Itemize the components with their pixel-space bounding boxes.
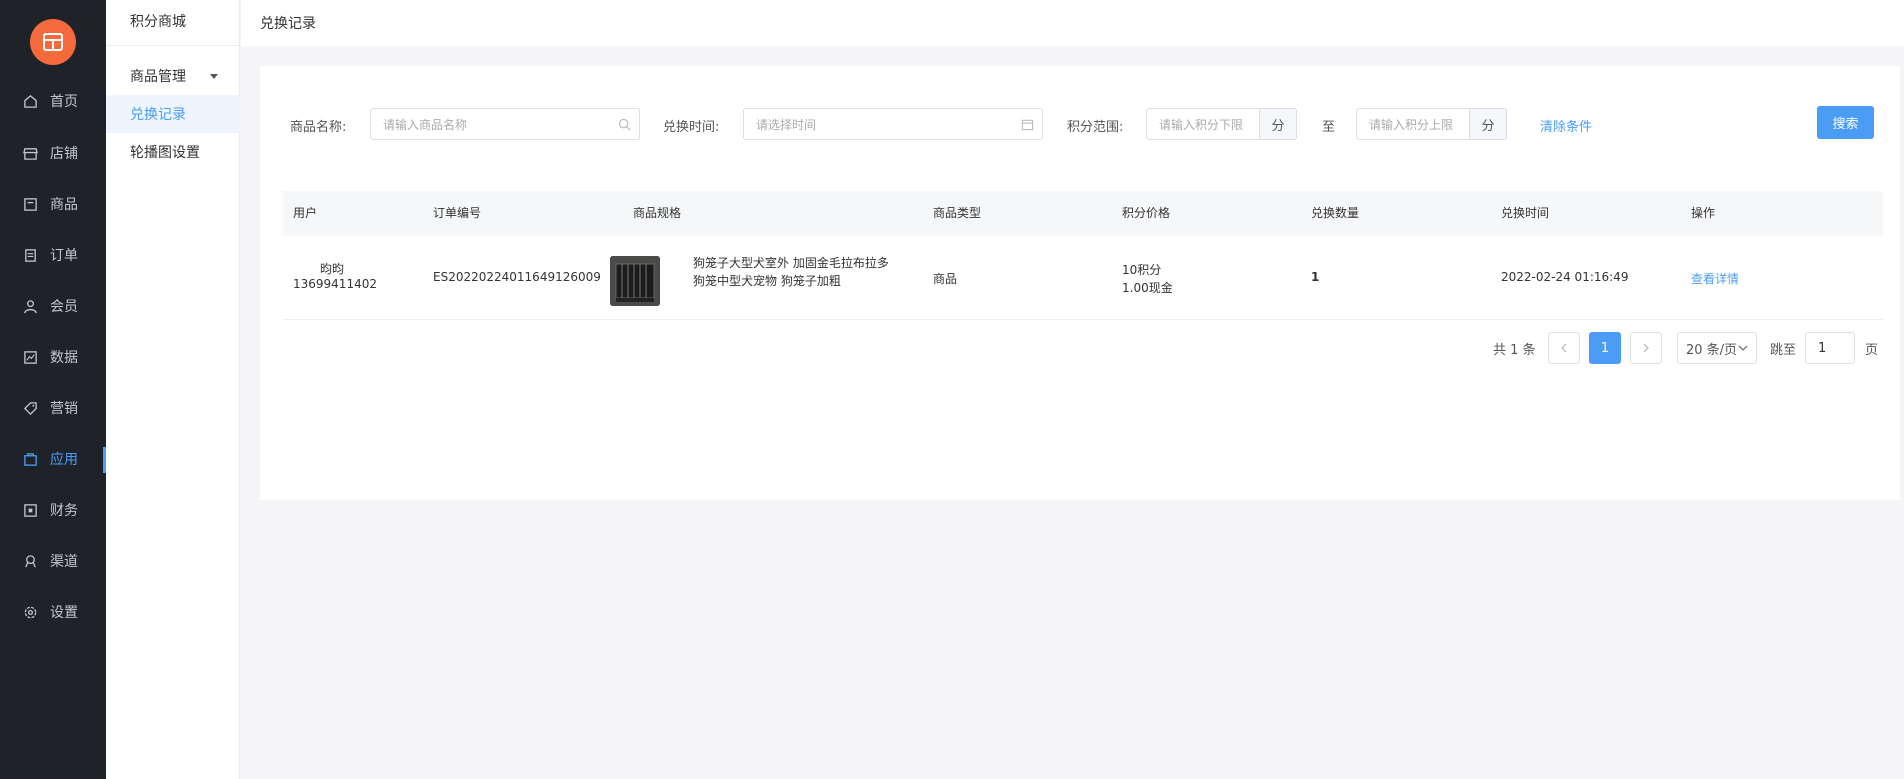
sidebar-item-data[interactable]: 数据	[0, 337, 106, 377]
main-sidebar: 首页 店铺 商品 订单 会员 数据 营销 应用 财务 渠道 设置	[0, 0, 106, 779]
chevron-down-icon	[1738, 345, 1748, 351]
chevron-right-icon	[1643, 343, 1649, 353]
exchange-quantity: 1	[1311, 270, 1320, 284]
jump-to-label: 跳至	[1770, 343, 1797, 358]
sidebar-item-label: 店铺	[50, 146, 78, 162]
column-header-order-no: 订单编号	[433, 206, 482, 220]
sidebar-item-channel[interactable]: 渠道	[0, 541, 106, 581]
sidebar-item-label: 设置	[50, 605, 78, 621]
pagination-prev-button[interactable]	[1548, 332, 1580, 364]
page-title: 兑换记录	[260, 16, 316, 32]
tag-icon	[22, 400, 38, 416]
sidebar-item-app[interactable]: 应用	[0, 439, 106, 479]
product-spec-line1: 狗笼子大型犬室外 加固金毛拉布拉多	[693, 256, 889, 270]
sidebar-item-label: 营销	[50, 401, 78, 417]
jump-page-value: 1	[1818, 340, 1827, 356]
sub-sidebar: 积分商城 商品管理 兑换记录 轮播图设置	[106, 0, 240, 779]
points-min-unit: 分	[1260, 108, 1297, 140]
sidebar-item-label: 数据	[50, 350, 78, 366]
app-icon	[22, 451, 38, 467]
caret-down-icon	[210, 74, 218, 79]
subnav-item-exchange-records[interactable]: 兑换记录	[106, 95, 240, 133]
content-card: 商品名称: 请输入商品名称 兑换时间: 请选择时间 积分范围: 请输入积分下限 …	[260, 66, 1900, 500]
points-min-input[interactable]: 请输入积分下限	[1146, 108, 1260, 140]
sidebar-item-label: 首页	[50, 94, 78, 110]
exchange-time-placeholder: 请选择时间	[756, 117, 817, 132]
sidebar-item-store[interactable]: 店铺	[0, 133, 106, 173]
range-to-label: 至	[1322, 120, 1336, 135]
product-spec-line2: 狗笼中型犬宠物 狗笼子加粗	[693, 274, 841, 288]
page-header: 兑换记录	[241, 0, 1904, 46]
product-name-label: 商品名称:	[290, 120, 347, 135]
home-icon	[22, 93, 38, 109]
product-type: 商品	[933, 272, 958, 286]
sidebar-item-label: 应用	[50, 452, 78, 468]
sidebar-item-label: 会员	[50, 299, 78, 315]
user-icon	[22, 298, 38, 314]
sidebar-item-settings[interactable]: 设置	[0, 592, 106, 632]
order-icon	[22, 247, 38, 263]
search-icon	[617, 117, 631, 131]
table-row: 昀昀 13699411402 ES2022022401164912600​9 狗…	[283, 236, 1883, 320]
user-phone: 13699411402	[293, 277, 377, 291]
exchange-time: 2022-02-24 01:16:49	[1501, 270, 1629, 284]
chart-icon	[22, 349, 38, 365]
exchange-time-label: 兑换时间:	[663, 120, 720, 135]
points-range-label: 积分范围:	[1067, 120, 1124, 135]
search-button[interactable]: 搜索	[1817, 106, 1874, 139]
column-header-points-price: 积分价格	[1122, 206, 1171, 220]
sidebar-item-marketing[interactable]: 营销	[0, 388, 106, 428]
column-header-type: 商品类型	[933, 206, 982, 220]
sidebar-item-home[interactable]: 首页	[0, 81, 106, 121]
sidebar-item-goods[interactable]: 商品	[0, 184, 106, 224]
points-min-placeholder: 请输入积分下限	[1159, 117, 1244, 132]
page-unit-label: 页	[1865, 343, 1879, 358]
view-details-link[interactable]: 查看详情	[1691, 270, 1739, 287]
order-number: ES2022022401164912600​9	[433, 270, 601, 284]
product-name-placeholder: 请输入商品名称	[383, 117, 468, 132]
sidebar-item-label: 渠道	[50, 554, 78, 570]
user-name: 昀昀	[320, 262, 345, 276]
page-size-select[interactable]: 20 条/页	[1677, 332, 1757, 364]
jump-to-page-input[interactable]: 1	[1805, 332, 1855, 364]
exchange-time-picker[interactable]: 请选择时间	[743, 108, 1043, 140]
finance-icon	[22, 502, 38, 518]
store-icon	[22, 145, 38, 161]
sidebar-item-label: 商品	[50, 197, 78, 213]
clear-filters-link[interactable]: 清除条件	[1540, 116, 1592, 135]
column-header-quantity: 兑换数量	[1311, 206, 1360, 220]
points-max-placeholder: 请输入积分上限	[1369, 117, 1454, 132]
pagination-total: 共 1 条	[1493, 343, 1536, 358]
sidebar-item-finance[interactable]: 财务	[0, 490, 106, 530]
store-logo-icon[interactable]	[30, 19, 76, 65]
subnav-group-goods-management[interactable]: 商品管理	[106, 60, 240, 92]
subnav-item-banner-settings[interactable]: 轮播图设置	[106, 133, 240, 171]
column-header-spec: 商品规格	[633, 206, 682, 220]
sidebar-item-label: 财务	[50, 503, 78, 519]
cash-price: 1.00现金	[1122, 281, 1173, 295]
points-max-unit: 分	[1470, 108, 1507, 140]
subnav-title: 积分商城	[106, 0, 239, 46]
sidebar-item-order[interactable]: 订单	[0, 235, 106, 275]
subnav-group-label: 商品管理	[130, 69, 186, 85]
chevron-left-icon	[1561, 343, 1567, 353]
column-header-exchange-time: 兑换时间	[1501, 206, 1550, 220]
column-header-user: 用户	[293, 206, 318, 220]
points-max-input[interactable]: 请输入积分上限	[1356, 108, 1470, 140]
sidebar-item-member[interactable]: 会员	[0, 286, 106, 326]
channel-icon	[22, 553, 38, 569]
product-thumbnail	[610, 256, 660, 306]
pagination-page-1[interactable]: 1	[1589, 332, 1621, 364]
calendar-icon	[1020, 117, 1034, 131]
table-header: 用户 订单编号 商品规格 商品类型 积分价格 兑换数量 兑换时间 操作	[283, 191, 1883, 236]
goods-icon	[22, 196, 38, 212]
sidebar-item-label: 订单	[50, 248, 78, 264]
pagination-next-button[interactable]	[1630, 332, 1662, 364]
product-name-input[interactable]: 请输入商品名称	[370, 108, 640, 140]
gear-icon	[22, 604, 38, 620]
column-header-actions: 操作	[1691, 206, 1716, 220]
page-size-value: 20 条/页	[1686, 342, 1738, 358]
points-price: 10积分	[1122, 263, 1162, 277]
